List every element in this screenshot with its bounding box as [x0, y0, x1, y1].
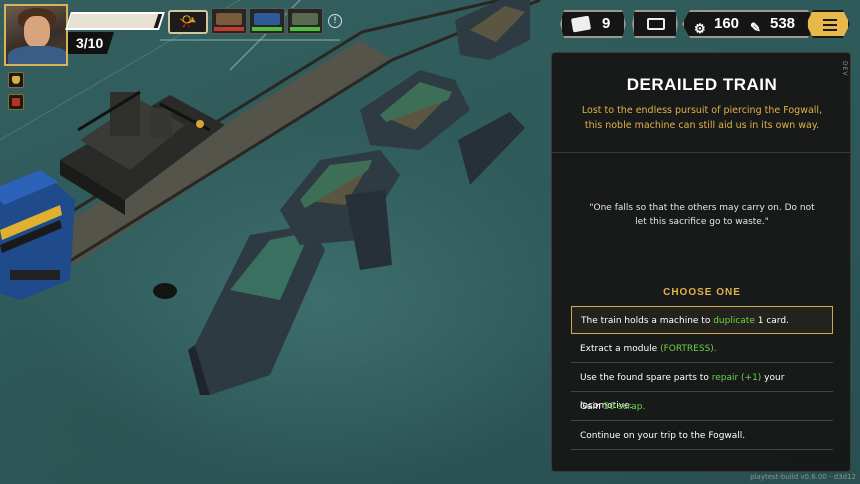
alert-card-icon[interactable] [8, 94, 24, 110]
option-repair[interactable]: Use the found spare parts to repair (+1)… [571, 364, 833, 411]
health-fill [67, 14, 158, 28]
player-locomotive [0, 170, 75, 300]
event-panel: DEV DERAILED TRAIN Lost to the endless p… [551, 52, 851, 472]
divider [552, 152, 850, 153]
deck-count: 9 [602, 15, 611, 32]
map-icon [647, 18, 665, 30]
car-slot-1[interactable] [211, 8, 247, 34]
captain-portrait[interactable] [4, 4, 68, 66]
crew-counter: 3/10 [68, 32, 114, 54]
cargo-car-icon [216, 13, 242, 25]
info-icon[interactable]: ! [328, 14, 342, 28]
debris [153, 283, 177, 299]
map-button[interactable] [632, 10, 678, 38]
choose-heading: CHOOSE ONE [663, 287, 741, 298]
resource-bar: ⚙ 160 ✎ 538 [682, 10, 816, 38]
option-duplicate[interactable]: The train holds a machine to duplicate 1… [571, 306, 833, 334]
event-quote: "One falls so that the others may carry … [589, 203, 815, 227]
event-description: Lost to the endless pursuit of piercing … [581, 105, 823, 131]
engine-car-icon [254, 13, 280, 25]
deck-button[interactable]: 9 [560, 10, 626, 38]
option-extract-module[interactable]: Extract a module (FORTRESS). [571, 335, 833, 363]
locomotive-health-bar [65, 12, 165, 30]
shield-icon[interactable] [8, 72, 24, 88]
option-gain-scrap[interactable]: Gain 50 scrap. [571, 393, 833, 421]
menu-button[interactable] [806, 10, 850, 38]
deck-icon [570, 15, 592, 33]
scrap-count: 160 [714, 15, 740, 32]
horn-icon: 📯 [179, 14, 197, 30]
event-title: DERAILED TRAIN [626, 75, 778, 94]
horn-button[interactable]: 📯 [168, 10, 208, 34]
car-slot-2[interactable] [249, 8, 285, 34]
option-continue[interactable]: Continue on your trip to the Fogwall. [571, 422, 833, 450]
car-slot-3[interactable] [287, 8, 323, 34]
build-version: playtest-build v0.6.00 - d3d12 [750, 473, 856, 481]
gear-resource-icon: ⚙ [694, 21, 706, 36]
resource-2-count: 538 [770, 15, 796, 32]
tools-resource-icon: ✎ [750, 20, 761, 35]
flat-car-icon [292, 13, 318, 25]
